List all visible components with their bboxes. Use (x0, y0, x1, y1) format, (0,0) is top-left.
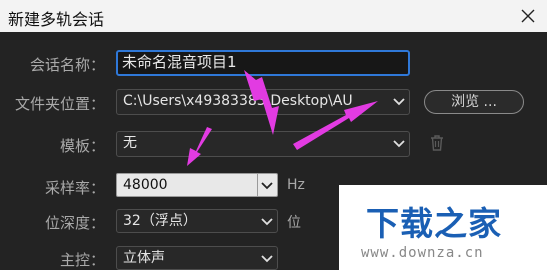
folder-location-select[interactable]: C:\Users\x49383383\Desktop\AU (116, 89, 410, 115)
chevron-down-icon (261, 218, 273, 226)
watermark-url: www.downza.cn (361, 245, 484, 261)
trash-icon[interactable] (429, 134, 445, 152)
master-label: 主控： (59, 251, 105, 269)
sample-rate-unit: Hz (287, 177, 305, 193)
window-title: 新建多轨会话 (8, 10, 105, 29)
template-label: 模板： (59, 137, 105, 155)
template-value: 无 (123, 135, 137, 151)
bit-depth-unit: 位 (287, 215, 301, 231)
bit-depth-value: 32（浮点） (123, 213, 197, 229)
session-name-input[interactable]: 未命名混音项目1 (116, 50, 410, 76)
master-select[interactable]: 立体声 (116, 246, 278, 270)
master-value: 立体声 (123, 250, 165, 266)
browse-button[interactable]: 浏览 ... (424, 90, 524, 114)
watermark-title: 下载之家 (366, 204, 502, 243)
close-button[interactable] (515, 4, 541, 28)
folder-location-value: C:\Users\x49383383\Desktop\AU (123, 93, 353, 109)
chevron-down-icon (261, 182, 273, 190)
chevron-down-icon (393, 98, 405, 106)
close-icon (521, 9, 535, 23)
chevron-down-icon (393, 140, 405, 148)
bit-depth-select[interactable]: 32（浮点） (116, 209, 278, 233)
sample-rate-label: 采样率： (44, 179, 105, 197)
folder-location-label: 文件夹位置： (14, 95, 105, 113)
bit-depth-label: 位深度： (44, 214, 105, 232)
title-bar: 新建多轨会话 (0, 0, 547, 32)
session-name-label: 会话名称： (29, 56, 105, 74)
chevron-down-icon (261, 255, 273, 263)
sample-rate-value: 48000 (123, 177, 168, 193)
session-name-value: 未命名混音项目1 (122, 53, 237, 71)
watermark: 下载之家 www.downza.cn (339, 185, 547, 270)
sample-rate-select[interactable]: 48000 (116, 173, 278, 197)
template-select[interactable]: 无 (116, 131, 410, 157)
